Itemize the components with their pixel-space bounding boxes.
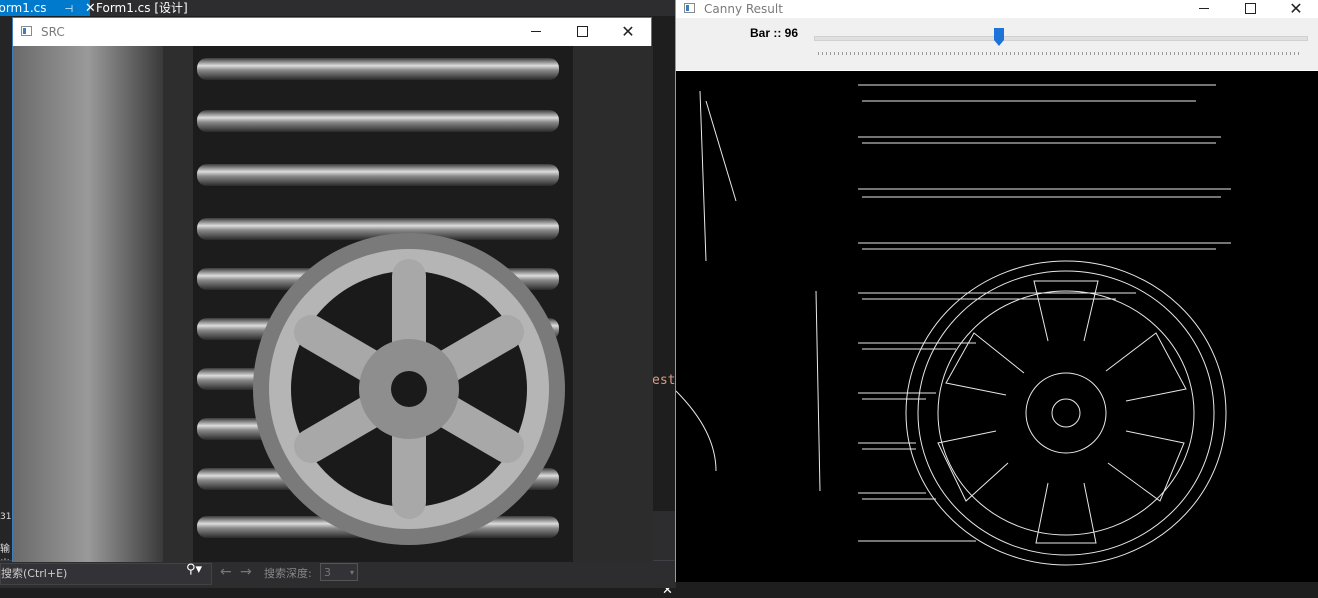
ide-search-bar: 搜索(Ctrl+E) ⚲▾ ← → 搜索深度: 3 ▾: [0, 560, 676, 588]
ide-left-panel: 31 输出: [0, 16, 12, 570]
window-app-icon: [684, 3, 695, 13]
maximize-button[interactable]: [559, 18, 605, 46]
tab-label: Form1.cs: [0, 1, 47, 15]
search-input[interactable]: 搜索(Ctrl+E): [0, 563, 212, 585]
search-depth-select[interactable]: 3 ▾: [320, 563, 358, 581]
pin-icon[interactable]: ⊣: [64, 4, 73, 15]
src-window: SRC ✕: [12, 17, 653, 562]
minimize-icon: [531, 31, 541, 32]
back-arrow-icon[interactable]: ←: [220, 564, 232, 580]
search-depth-value: 3: [324, 566, 331, 579]
canny-titlebar[interactable]: Canny Result ✕: [676, 0, 1318, 18]
ide-tab-strip: Form1.cs ⊣ ✕ Form1.cs [设计]: [0, 0, 680, 16]
window-app-icon: [21, 26, 32, 36]
trackbar-thumb[interactable]: [994, 28, 1005, 46]
minimize-button[interactable]: [1181, 0, 1227, 18]
tab-label: Form1.cs [设计]: [96, 1, 188, 15]
ide-editor-sliver: est: ✕: [652, 45, 683, 598]
trackbar-track[interactable]: [814, 36, 1308, 41]
tab-form1-design[interactable]: Form1.cs [设计]: [96, 0, 188, 16]
source-image-drawing: [13, 46, 653, 562]
trackbar-ticks: [818, 52, 1302, 55]
search-depth-label: 搜索深度:: [264, 567, 312, 580]
search-icon[interactable]: ⚲▾: [186, 562, 202, 577]
maximize-icon: [576, 26, 588, 37]
window-title: SRC: [41, 25, 65, 39]
canny-edge-image: [676, 71, 1318, 582]
minimize-button[interactable]: [513, 18, 559, 46]
forward-arrow-icon[interactable]: →: [240, 564, 252, 580]
canny-window: Canny Result ✕ Bar :: 96: [675, 0, 1318, 582]
maximize-icon: [1244, 3, 1256, 14]
canny-edge-drawing: [676, 84, 1231, 566]
close-icon: ✕: [1289, 0, 1303, 18]
close-button[interactable]: ✕: [605, 18, 651, 46]
source-image: [13, 46, 653, 562]
wheel-edges: [905, 260, 1227, 566]
wheel: [253, 233, 565, 545]
close-button[interactable]: ✕: [1273, 0, 1318, 18]
trackbar-label: Bar :: 96: [750, 26, 799, 40]
maximize-button[interactable]: [1227, 0, 1273, 18]
window-title: Canny Result: [704, 2, 783, 16]
roller-edges: [858, 84, 1231, 542]
close-icon[interactable]: ✕: [85, 1, 96, 16]
line-number: 31: [0, 512, 12, 522]
tab-form1-cs[interactable]: Form1.cs ⊣ ✕: [0, 0, 96, 16]
minimize-icon: [1199, 8, 1209, 9]
src-titlebar[interactable]: SRC ✕: [13, 18, 651, 46]
trackbar-panel: Bar :: 96: [676, 18, 1318, 70]
close-icon: ✕: [621, 22, 635, 41]
